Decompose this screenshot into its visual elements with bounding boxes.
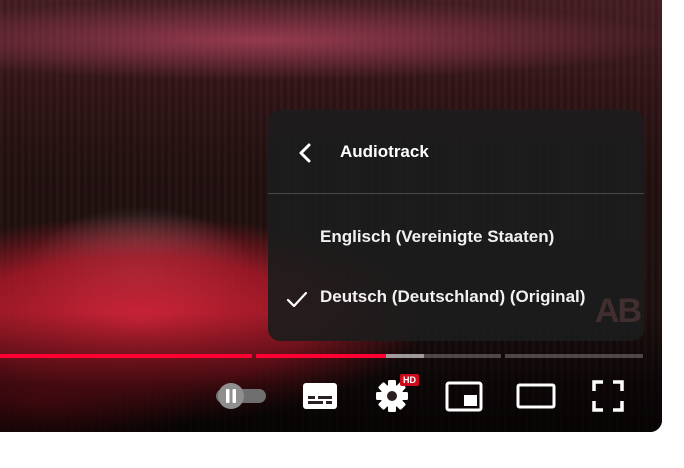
audiotrack-option-english[interactable]: Englisch (Vereinigte Staaten) [268, 210, 644, 266]
theater-mode-icon [516, 383, 556, 409]
theater-mode-button[interactable] [514, 374, 558, 418]
fullscreen-icon [592, 380, 624, 412]
chapter-segment[interactable] [256, 354, 501, 358]
menu-title: Audiotrack [340, 142, 429, 161]
chevron-left-icon [299, 143, 311, 163]
miniplayer-icon [445, 381, 483, 412]
autoplay-toggle[interactable] [214, 374, 266, 418]
played-fill [256, 354, 386, 358]
checkmark-icon [286, 288, 308, 310]
chapter-segment[interactable] [505, 354, 643, 358]
hd-badge: HD [400, 374, 419, 386]
miniplayer-button[interactable] [442, 374, 486, 418]
subtitles-button[interactable] [298, 374, 342, 418]
settings-button[interactable]: HD [370, 374, 419, 418]
video-player[interactable]: Audiotrack Englisch (Vereinigte Staaten)… [0, 0, 662, 432]
option-label: Deutsch (Deutschland) (Original) [320, 287, 586, 306]
subtitles-icon [303, 383, 337, 409]
audiotrack-menu: Audiotrack Englisch (Vereinigte Staaten)… [268, 110, 644, 341]
watermark-logo: AB [594, 292, 642, 330]
back-button[interactable] [290, 138, 320, 168]
fullscreen-button[interactable] [586, 374, 630, 418]
audiotrack-option-german[interactable]: Deutsch (Deutschland) (Original) [268, 270, 644, 326]
option-label: Englisch (Vereinigte Staaten) [320, 227, 555, 246]
played-fill [0, 354, 252, 358]
chapter-segment[interactable] [0, 354, 252, 358]
menu-header: Audiotrack [268, 110, 644, 194]
